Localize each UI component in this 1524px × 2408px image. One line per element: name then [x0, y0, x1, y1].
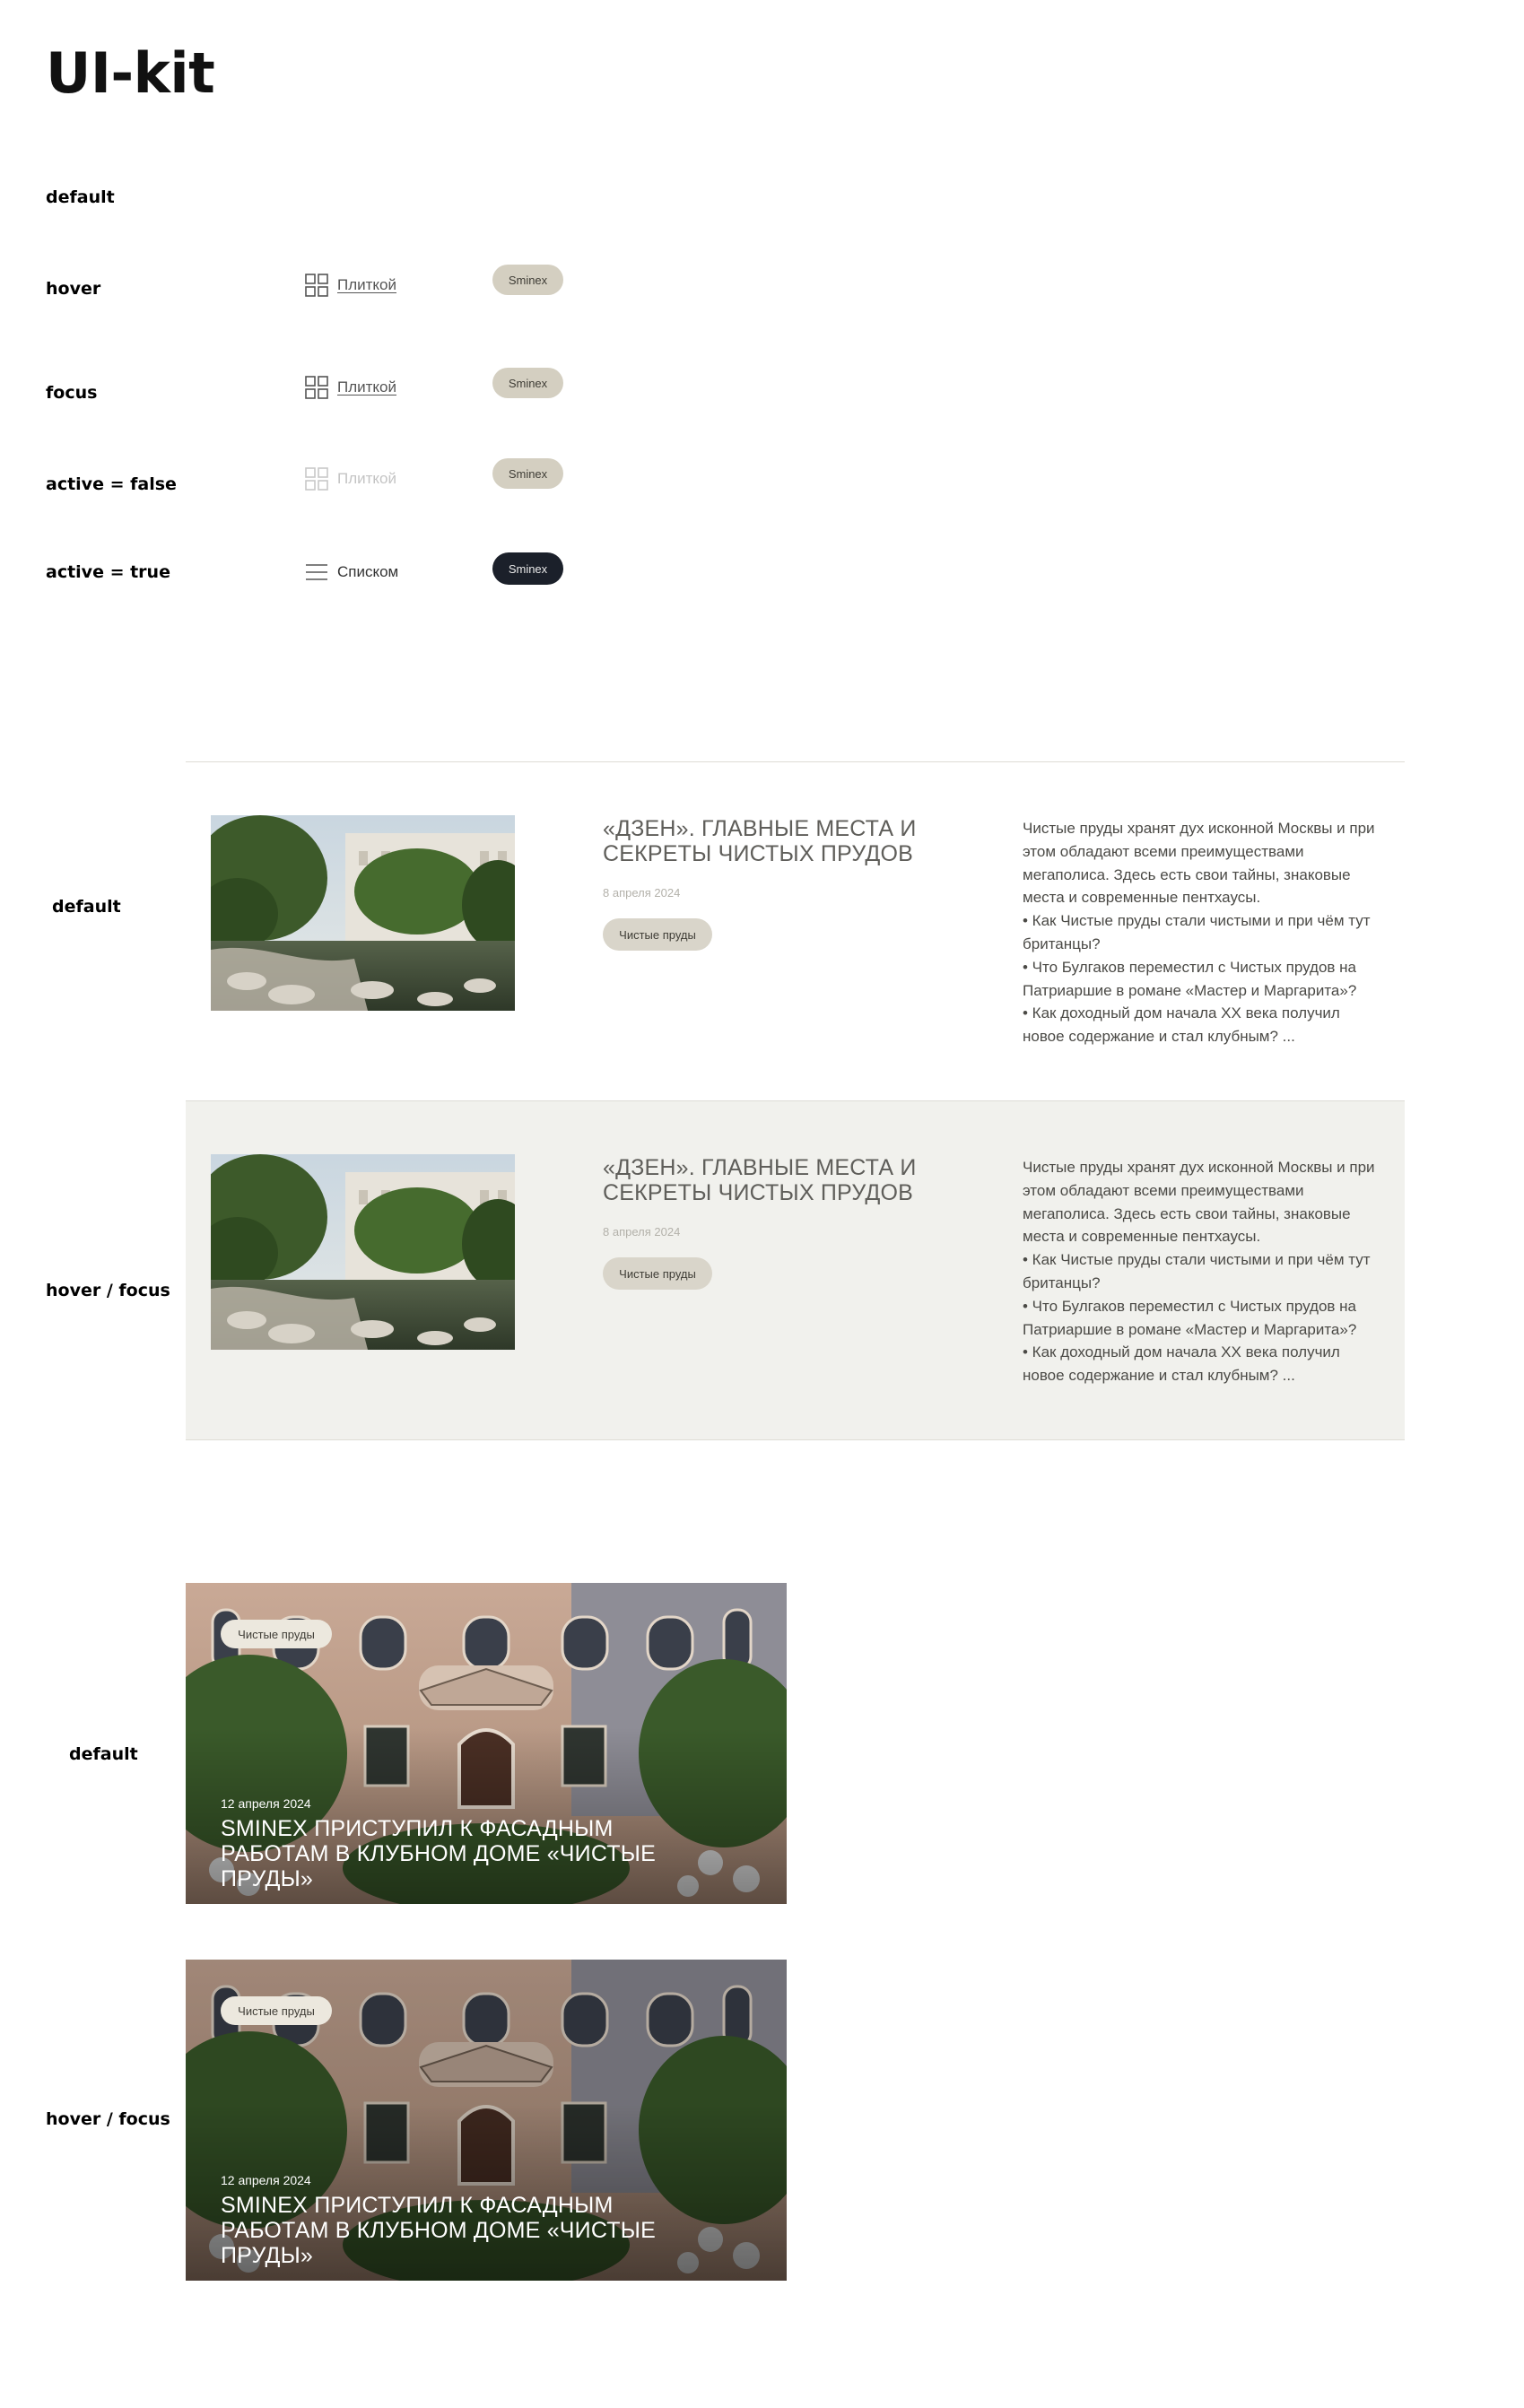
- excerpt-paragraph: Чистые пруды хранят дух исконной Москвы …: [1023, 1159, 1375, 1246]
- card-title[interactable]: SMINEX ПРИСТУПИЛ К ФАСАДНЫМ РАБОТАМ В КЛ…: [221, 1816, 723, 1891]
- article-tag[interactable]: Чистые пруды: [603, 1257, 712, 1290]
- grid-icon: [305, 376, 328, 399]
- excerpt-bullet: • Что Булгаков переместил с Чистых прудо…: [1023, 1297, 1357, 1338]
- view-toggle-list-active[interactable]: Списком: [305, 563, 398, 581]
- excerpt-bullet: • Что Булгаков переместил с Чистых прудо…: [1023, 958, 1357, 999]
- state-label-hover: hover: [46, 279, 101, 299]
- state-label-hover-focus: hover / focus: [46, 2109, 170, 2129]
- chip-sminex-focus[interactable]: Sminex: [492, 368, 563, 398]
- excerpt-bullet: • Как Чистые пруды стали чистыми и при ч…: [1023, 912, 1371, 952]
- excerpt-bullet: • Как Чистые пруды стали чистыми и при ч…: [1023, 1251, 1371, 1291]
- news-card-default[interactable]: Чистые пруды 12 апреля 2024 SMINEX ПРИСТ…: [186, 1583, 787, 1904]
- view-toggle-label: Списком: [337, 563, 399, 580]
- excerpt-bullet: • Как доходный дом начала XX века получи…: [1023, 1343, 1340, 1385]
- chip-sminex-active[interactable]: Sminex: [492, 552, 563, 585]
- view-toggle-label: Плиткой: [337, 470, 396, 487]
- article-excerpt: Чистые пруды хранят дух исконной Москвы …: [1023, 1156, 1381, 1387]
- state-label-default: default: [52, 897, 121, 917]
- chip-sminex-inactive[interactable]: Sminex: [492, 458, 563, 489]
- card-title[interactable]: SMINEX ПРИСТУПИЛ К ФАСАДНЫМ РАБОТАМ В КЛ…: [221, 2193, 723, 2268]
- article-date: 8 апреля 2024: [603, 886, 681, 900]
- article-row-hover[interactable]: «ДЗЕН». ГЛАВНЫЕ МЕСТА И СЕКРЕТЫ ЧИСТЫХ П…: [186, 1101, 1405, 1439]
- article-tag[interactable]: Чистые пруды: [603, 918, 712, 951]
- card-date: 12 апреля 2024: [221, 1796, 311, 1811]
- divider: [186, 1439, 1405, 1440]
- view-toggle-tile-hover[interactable]: Плиткой: [305, 274, 396, 297]
- article-title[interactable]: «ДЗЕН». ГЛАВНЫЕ МЕСТА И СЕКРЕТЫ ЧИСТЫХ П…: [603, 1155, 926, 1205]
- article-image: [211, 1154, 515, 1350]
- excerpt-bullet: • Как доходный дом начала XX века получи…: [1023, 1004, 1340, 1046]
- page-title: UI-kit: [46, 40, 215, 106]
- grid-icon: [305, 467, 328, 491]
- card-tag[interactable]: Чистые пруды: [221, 1620, 332, 1648]
- view-toggle-tile-focus[interactable]: Плиткой: [305, 376, 396, 399]
- view-toggle-tile-inactive[interactable]: Плиткой: [305, 467, 396, 491]
- chip-sminex-hover[interactable]: Sminex: [492, 265, 563, 295]
- article-image: [211, 815, 515, 1011]
- news-card-hover[interactable]: Чистые пруды 12 апреля 2024 SMINEX ПРИСТ…: [186, 1960, 787, 2281]
- list-icon: [305, 563, 328, 581]
- grid-icon: [305, 274, 328, 297]
- article-row-default[interactable]: «ДЗЕН». ГЛАВНЫЕ МЕСТА И СЕКРЕТЫ ЧИСТЫХ П…: [186, 762, 1405, 1100]
- view-toggle-label: Плиткой: [337, 378, 396, 396]
- state-label-active-false: active = false: [46, 474, 177, 494]
- state-label-default: default: [46, 187, 115, 207]
- article-date: 8 апреля 2024: [603, 1225, 681, 1239]
- excerpt-paragraph: Чистые пруды хранят дух исконной Москвы …: [1023, 820, 1375, 907]
- state-label-active-true: active = true: [46, 562, 170, 582]
- state-label-focus: focus: [46, 383, 98, 403]
- article-excerpt: Чистые пруды хранят дух исконной Москвы …: [1023, 817, 1381, 1048]
- state-label-default: default: [69, 1744, 138, 1764]
- card-date: 12 апреля 2024: [221, 2173, 311, 2187]
- article-title[interactable]: «ДЗЕН». ГЛАВНЫЕ МЕСТА И СЕКРЕТЫ ЧИСТЫХ П…: [603, 816, 926, 866]
- card-tag[interactable]: Чистые пруды: [221, 1996, 332, 2025]
- state-label-hover-focus: hover / focus: [46, 1281, 170, 1300]
- view-toggle-label: Плиткой: [337, 276, 396, 293]
